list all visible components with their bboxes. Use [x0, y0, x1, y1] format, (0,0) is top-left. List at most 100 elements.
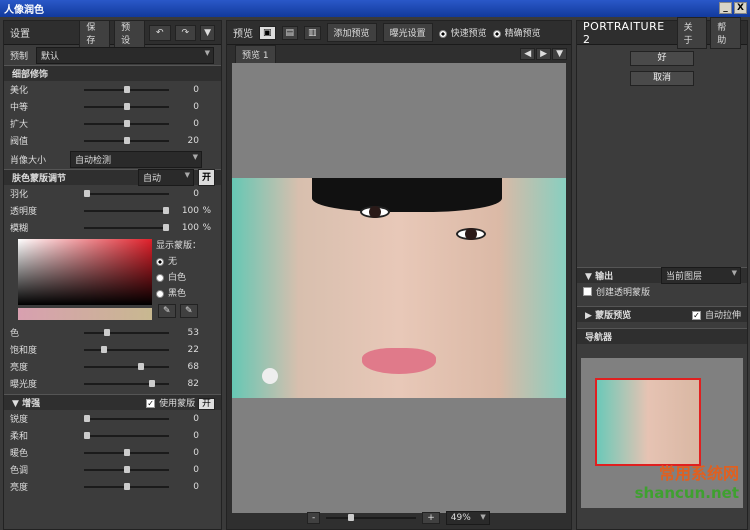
slider-row: 色调 0 [4, 461, 221, 478]
slider-knob[interactable] [149, 379, 155, 387]
slider-knob[interactable] [138, 362, 144, 370]
mask-option-radio[interactable]: 无 [156, 254, 201, 267]
slider-value[interactable]: 100 [169, 223, 199, 233]
zoom-slider[interactable] [326, 514, 417, 521]
slider-value[interactable]: 0 [169, 465, 199, 475]
slider-track[interactable] [84, 136, 169, 144]
color-swatch-bar[interactable] [18, 308, 152, 320]
slider-value[interactable]: 22 [169, 345, 199, 355]
close-button[interactable]: X [734, 2, 747, 14]
about-button[interactable]: 关于 [676, 16, 708, 49]
slider-track[interactable] [84, 362, 169, 370]
create-mask-checkbox[interactable] [583, 287, 592, 296]
split-horizontal-icon[interactable]: ▤ [281, 25, 299, 40]
mask-mode-select[interactable]: 自动 [137, 169, 194, 186]
slider-knob[interactable] [124, 85, 130, 93]
slider-label: 透明度 [10, 207, 38, 217]
slider-knob[interactable] [124, 136, 130, 144]
zoom-out-button[interactable]: - [307, 512, 321, 524]
preset-select[interactable]: 默认 [36, 46, 214, 64]
slider-track[interactable] [84, 431, 169, 439]
mask-option-radio[interactable]: 白色 [156, 270, 201, 283]
slider-label: 色 [10, 329, 20, 339]
slider-track[interactable] [84, 379, 169, 387]
slider-knob[interactable] [84, 189, 90, 197]
preview-canvas[interactable] [232, 63, 566, 513]
menu-chevron-icon[interactable]: ▼ [200, 24, 215, 41]
slider-track[interactable] [84, 448, 169, 456]
portrait-size-select[interactable]: 自动检测 [70, 150, 202, 168]
redo-icon[interactable]: ↷ [174, 24, 197, 41]
slider-value[interactable]: 0 [169, 448, 199, 458]
slider-value[interactable]: 68 [169, 362, 199, 372]
tab-menu-icon[interactable]: ▼ [552, 48, 567, 60]
slider-value[interactable]: 0 [169, 189, 199, 199]
mask-option-radio[interactable]: 黑色 [156, 286, 201, 299]
undo-icon[interactable]: ↶ [148, 24, 171, 41]
slider-knob[interactable] [101, 345, 107, 353]
slider-label: 亮度 [10, 483, 29, 493]
slider-value[interactable]: 100 [169, 206, 199, 216]
tab-prev-icon[interactable]: ◀ [520, 48, 536, 60]
slider-knob[interactable] [124, 482, 130, 490]
enhance-section-header[interactable]: ▼ 增强 ✓ 使用蒙版 开 [4, 394, 221, 410]
mask-preview-header[interactable]: ▶ 蒙版预览 ✓ 自动拉伸 [577, 306, 747, 322]
slider-track[interactable] [84, 189, 169, 197]
split-vertical-icon[interactable]: ▥ [304, 25, 321, 40]
slider-value[interactable]: 53 [169, 328, 199, 338]
slider-knob[interactable] [124, 465, 130, 473]
slider-value[interactable]: 0 [169, 431, 199, 441]
slider-track[interactable] [84, 102, 169, 110]
slider-knob[interactable] [84, 431, 90, 439]
cancel-button[interactable]: 取消 [630, 71, 694, 86]
slider-value[interactable]: 82 [169, 379, 199, 389]
slider-track[interactable] [84, 482, 169, 490]
slider-value[interactable]: 0 [169, 85, 199, 95]
ok-button[interactable]: 好 [630, 51, 694, 66]
slider-knob[interactable] [124, 102, 130, 110]
mask-on-button[interactable]: 开 [197, 169, 215, 186]
minimize-button[interactable]: _ [719, 2, 732, 14]
output-header[interactable]: ▼ 输出 当前图层 [577, 267, 747, 284]
use-mask-checkbox[interactable]: ✓ [146, 399, 156, 408]
slider-value[interactable]: 20 [169, 136, 199, 146]
auto-stretch-checkbox[interactable]: ✓ [691, 311, 701, 320]
slider-row: 柔和 0 [4, 427, 221, 444]
color-spectrum[interactable] [18, 239, 152, 305]
fast-preview-radio[interactable]: 快速预览 [438, 26, 487, 39]
preview-tab[interactable]: 预览 1 [235, 44, 276, 64]
help-button[interactable]: 帮助 [710, 16, 741, 49]
slider-value[interactable]: 0 [169, 119, 199, 129]
add-preview-button[interactable]: 添加预览 [326, 23, 377, 42]
enhance-title: 增强 [22, 399, 41, 409]
eyedropper-add-icon[interactable]: ✎ [180, 304, 198, 318]
mask-section-header[interactable]: 肤色蒙版调节 自动 开 [4, 169, 221, 186]
slider-track[interactable] [84, 465, 169, 473]
slider-value[interactable]: 0 [169, 102, 199, 112]
navigator-frame[interactable] [595, 378, 701, 466]
slider-knob[interactable] [84, 414, 90, 422]
slider-track[interactable] [84, 223, 169, 231]
zoom-in-button[interactable]: + [422, 512, 440, 524]
slider-track[interactable] [84, 119, 169, 127]
enhance-on-button[interactable]: 开 [197, 398, 215, 410]
output-select[interactable]: 当前图层 [661, 267, 741, 284]
slider-track[interactable] [84, 328, 169, 336]
slider-track[interactable] [84, 345, 169, 353]
slider-value[interactable]: 0 [169, 482, 199, 492]
slider-knob[interactable] [104, 328, 110, 336]
precise-preview-radio[interactable]: 精确预览 [492, 26, 541, 39]
slider-track[interactable] [84, 206, 169, 214]
slider-track[interactable] [84, 85, 169, 93]
slider-knob[interactable] [124, 448, 130, 456]
zoom-select[interactable]: 49% [445, 511, 490, 525]
eyedropper-icon[interactable]: ✎ [158, 304, 176, 318]
detail-section-header[interactable]: 细部修饰 [4, 65, 221, 81]
single-view-icon[interactable]: ▣ [259, 25, 276, 40]
exposure-settings-button[interactable]: 曝光设置 [382, 23, 433, 42]
slider-value[interactable]: 0 [169, 414, 199, 424]
slider-track[interactable] [84, 414, 169, 422]
tab-next-icon[interactable]: ▶ [536, 48, 552, 60]
navigator-view[interactable]: 常用系统网 shancun.net [581, 358, 743, 508]
slider-knob[interactable] [124, 119, 130, 127]
